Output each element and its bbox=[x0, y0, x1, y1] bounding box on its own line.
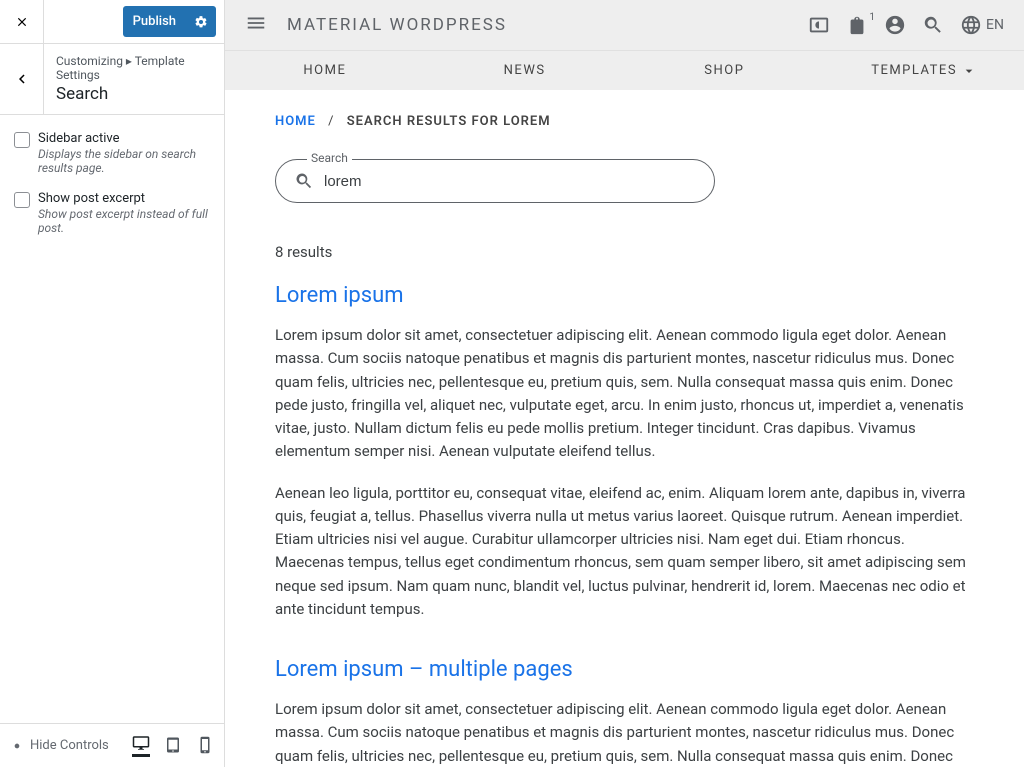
device-mobile-button[interactable] bbox=[196, 734, 214, 757]
hide-controls-label: Hide Controls bbox=[30, 738, 109, 753]
breadcrumb-current: SEARCH RESULTS FOR LOREM bbox=[347, 114, 551, 129]
publish-settings-button[interactable] bbox=[186, 9, 216, 35]
page-content: HOME / SEARCH RESULTS FOR LOREM Search 8… bbox=[225, 90, 1024, 767]
result-paragraph: Aenean leo ligula, porttitor eu, consequ… bbox=[275, 482, 974, 622]
globe-icon bbox=[960, 14, 982, 36]
shopping-bag-button[interactable]: 1 bbox=[846, 14, 868, 36]
nav-templates[interactable]: TEMPLATES bbox=[824, 63, 1024, 79]
preview-frame[interactable]: MATERIAL WORDPRESS 1 EN HOME NEWS SHOP bbox=[225, 0, 1024, 767]
publish-control: Publish bbox=[123, 6, 216, 37]
customizer-section-header: Customizing ▸ Template Settings Search bbox=[0, 44, 224, 115]
option-show-excerpt: Show post excerpt Show post excerpt inst… bbox=[0, 185, 224, 245]
search-input[interactable] bbox=[324, 173, 696, 190]
customizer-options: Sidebar active Displays the sidebar on s… bbox=[0, 115, 224, 723]
device-desktop-button[interactable] bbox=[132, 734, 150, 757]
desktop-icon bbox=[132, 734, 150, 752]
search-icon bbox=[294, 171, 314, 191]
result-title-link[interactable]: Lorem ipsum bbox=[275, 283, 974, 308]
option-desc: Show post excerpt instead of full post. bbox=[38, 207, 210, 235]
result-body: Lorem ipsum dolor sit amet, consectetuer… bbox=[275, 324, 974, 621]
search-field: Search bbox=[275, 159, 715, 203]
language-label: EN bbox=[986, 17, 1004, 33]
search-result: Lorem ipsum Lorem ipsum dolor sit amet, … bbox=[275, 283, 974, 621]
device-tablet-button[interactable] bbox=[164, 734, 182, 757]
chevron-down-icon bbox=[961, 63, 977, 79]
customizer-footer: Hide Controls bbox=[0, 723, 224, 767]
customizer-section-title: Search bbox=[56, 84, 212, 104]
gear-icon bbox=[194, 15, 208, 29]
nav-home[interactable]: HOME bbox=[225, 63, 425, 78]
customizer-breadcrumb: Customizing ▸ Template Settings bbox=[56, 54, 212, 82]
site-top-bar: MATERIAL WORDPRESS 1 EN bbox=[225, 0, 1024, 50]
hamburger-icon bbox=[245, 12, 267, 34]
breadcrumb-home[interactable]: HOME bbox=[275, 114, 316, 129]
checkbox-show-excerpt[interactable] bbox=[14, 192, 30, 208]
close-customizer-button[interactable] bbox=[0, 0, 44, 43]
option-sidebar-active: Sidebar active Displays the sidebar on s… bbox=[0, 125, 224, 185]
nav-news[interactable]: NEWS bbox=[425, 63, 625, 78]
site-title: MATERIAL WORDPRESS bbox=[287, 15, 507, 35]
option-label: Show post excerpt bbox=[38, 191, 210, 206]
hide-controls-button[interactable]: Hide Controls bbox=[10, 738, 109, 753]
close-icon bbox=[15, 15, 29, 29]
option-label: Sidebar active bbox=[38, 131, 210, 146]
shopping-bag-icon bbox=[846, 14, 868, 36]
customizer-header: Publish bbox=[0, 0, 224, 44]
result-paragraph: Lorem ipsum dolor sit amet, consectetuer… bbox=[275, 698, 974, 767]
results-count: 8 results bbox=[275, 243, 974, 261]
bag-count-badge: 1 bbox=[869, 12, 875, 23]
account-icon bbox=[884, 14, 906, 36]
result-title-link[interactable]: Lorem ipsum – multiple pages bbox=[275, 657, 974, 682]
hamburger-menu-button[interactable] bbox=[245, 12, 267, 38]
device-preview-buttons bbox=[132, 734, 214, 757]
result-body: Lorem ipsum dolor sit amet, consectetuer… bbox=[275, 698, 974, 767]
checkbox-sidebar-active[interactable] bbox=[14, 132, 30, 148]
back-button[interactable] bbox=[0, 44, 44, 114]
search-result: Lorem ipsum – multiple pages Lorem ipsum… bbox=[275, 657, 974, 767]
collapse-icon bbox=[10, 739, 24, 753]
language-button[interactable]: EN bbox=[960, 14, 1004, 36]
result-paragraph: Lorem ipsum dolor sit amet, consectetuer… bbox=[275, 324, 974, 464]
tablet-icon bbox=[164, 736, 182, 754]
main-nav: HOME NEWS SHOP TEMPLATES bbox=[225, 50, 1024, 90]
breadcrumb: HOME / SEARCH RESULTS FOR LOREM bbox=[275, 114, 974, 129]
chevron-left-icon bbox=[13, 70, 31, 88]
mobile-icon bbox=[196, 736, 214, 754]
publish-button[interactable]: Publish bbox=[123, 8, 186, 35]
brightness-button[interactable] bbox=[808, 14, 830, 36]
option-desc: Displays the sidebar on search results p… bbox=[38, 147, 210, 175]
customizer-panel: Publish Customizing ▸ Template Settings … bbox=[0, 0, 225, 767]
nav-shop[interactable]: SHOP bbox=[625, 63, 825, 78]
top-bar-actions: 1 EN bbox=[808, 14, 1004, 36]
search-field-label: Search bbox=[307, 151, 352, 165]
breadcrumb-sep: / bbox=[328, 114, 334, 129]
brightness-icon bbox=[808, 14, 830, 36]
nav-templates-label: TEMPLATES bbox=[871, 63, 957, 78]
search-button[interactable] bbox=[922, 14, 944, 36]
account-button[interactable] bbox=[884, 14, 906, 36]
search-icon bbox=[922, 14, 944, 36]
